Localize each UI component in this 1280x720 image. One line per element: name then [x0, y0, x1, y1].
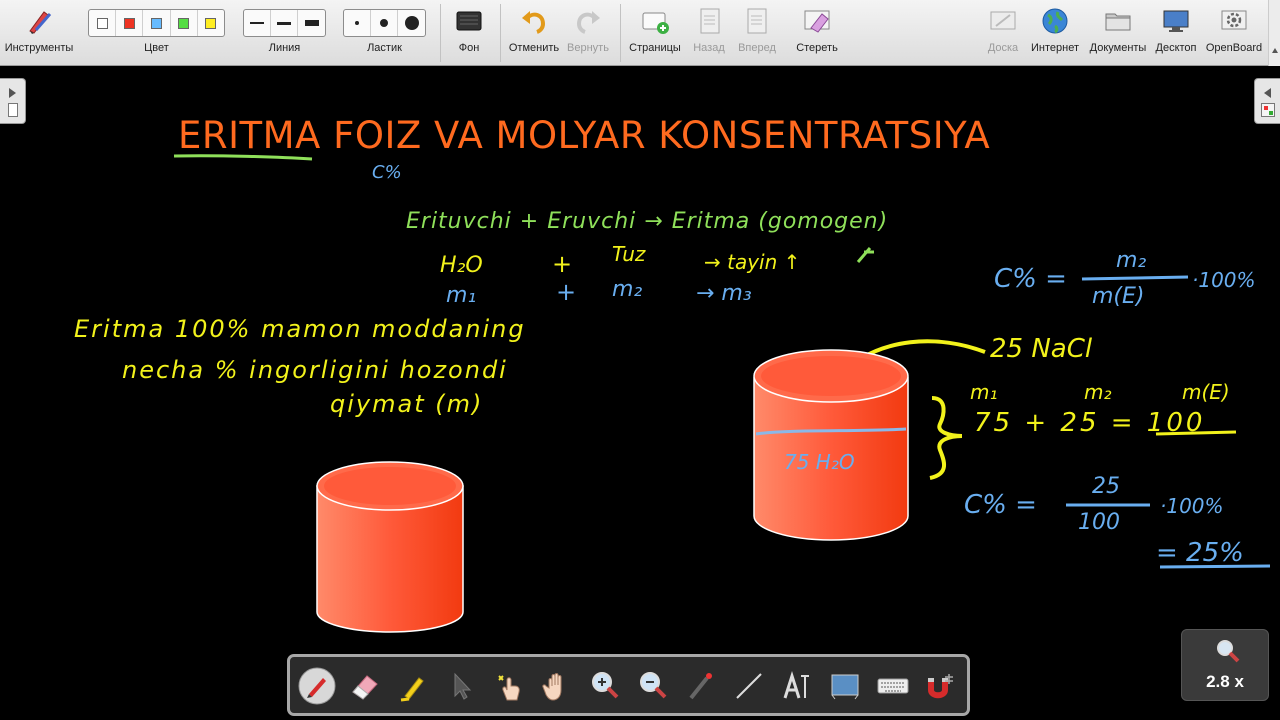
formula-fraction-bar	[1081, 275, 1189, 281]
eraser-tool-button[interactable]	[345, 666, 385, 706]
zoom-in-button[interactable]	[585, 666, 625, 706]
mass-m2: m₂	[612, 277, 643, 302]
title-underline	[173, 154, 313, 161]
mass-m1: m₁	[446, 283, 477, 308]
c-percent-note: C%	[372, 162, 402, 183]
eraser-icon	[352, 675, 378, 700]
laser-pointer-icon	[689, 673, 712, 700]
formula-h2o: H₂O	[440, 253, 483, 278]
magnet-tool-button[interactable]	[921, 666, 961, 706]
pen-icon	[298, 667, 336, 705]
line-icon	[736, 673, 762, 699]
line-tool-button[interactable]	[729, 666, 769, 706]
hand-pointer-icon	[498, 675, 520, 701]
mass-m3: → m₃	[696, 281, 752, 306]
result-value: = 25%	[1156, 538, 1244, 568]
zoom-level: 2.8 x	[1206, 672, 1244, 691]
m2-header: m₂	[1084, 380, 1112, 404]
zoom-in-icon	[592, 672, 619, 699]
note-yellow-3: qiymat (m)	[330, 390, 484, 418]
formula-salt: Tuz	[612, 242, 646, 266]
laser-pointer-button[interactable]	[681, 666, 721, 706]
board-canvas[interactable]: ERITMA FOIZ VA MOLYAR KONSENTRATSIYA C% …	[0, 0, 1280, 720]
nacl-label: 25 NaCl	[990, 334, 1093, 364]
water-label: 75 H₂O	[784, 450, 855, 474]
brace-icon	[929, 396, 963, 480]
magnet-icon	[928, 674, 953, 699]
calc-numerator: 25	[1092, 474, 1120, 499]
formula-result: → tayin ↑	[704, 250, 801, 274]
magnifier-icon	[1217, 640, 1240, 663]
formula-tail: ·100%	[1192, 268, 1256, 292]
formula-numerator: m₂	[1116, 248, 1147, 273]
text-icon	[783, 671, 809, 699]
zoom-out-icon	[640, 672, 667, 699]
highlighter-tool-button[interactable]	[393, 666, 433, 706]
up-arrow-icon	[856, 247, 874, 263]
cylinder-1	[316, 461, 464, 633]
calc-tail: ·100%	[1160, 494, 1224, 518]
formula-c-label: C% =	[994, 264, 1067, 294]
calc-denominator: 100	[1078, 510, 1120, 535]
interact-tool-button[interactable]	[489, 666, 529, 706]
arrow-pointer-icon	[454, 672, 472, 700]
keyboard-icon	[877, 678, 909, 694]
formula-plus-2: +	[556, 278, 577, 306]
me-header: m(E)	[1182, 380, 1230, 404]
note-yellow-1: Eritma 100% mamon moddaning	[74, 315, 526, 343]
highlighter-icon	[400, 677, 424, 702]
sum-equation: 75 + 25 = 100	[974, 408, 1206, 438]
formula-plus-1: +	[552, 250, 573, 278]
note-yellow-2: necha % ingorligini hozondi	[122, 356, 508, 384]
cylinder-2	[753, 349, 909, 541]
capture-tool-button[interactable]	[825, 666, 865, 706]
bottom-toolbar	[287, 654, 970, 716]
select-tool-button[interactable]	[441, 666, 481, 706]
calc-c-label: C% =	[964, 490, 1037, 520]
formula-denominator: m(E)	[1092, 284, 1145, 309]
zoom-indicator[interactable]: 2.8 x	[1181, 629, 1269, 701]
pan-tool-button[interactable]	[537, 666, 577, 706]
zoom-out-button[interactable]	[633, 666, 673, 706]
m1-header: m₁	[970, 380, 998, 404]
capture-icon	[831, 674, 859, 700]
hand-icon	[542, 673, 562, 701]
text-tool-button[interactable]	[777, 666, 817, 706]
pen-tool-button[interactable]	[297, 666, 337, 706]
definition-line: Erituvchi + Eruvchi → Eritma (gomogen)	[406, 209, 889, 234]
keyboard-button[interactable]	[873, 666, 913, 706]
